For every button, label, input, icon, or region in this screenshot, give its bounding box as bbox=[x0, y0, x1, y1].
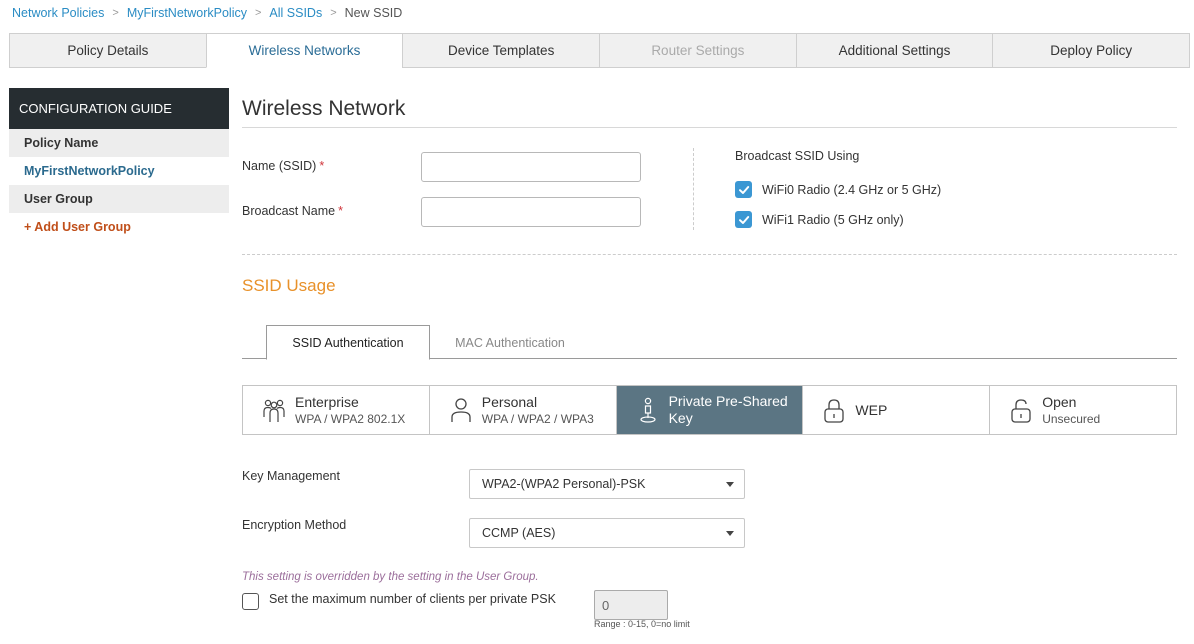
key-management-value: WPA2-(WPA2 Personal)-PSK bbox=[482, 477, 646, 491]
tab-mac-authentication[interactable]: MAC Authentication bbox=[430, 325, 590, 360]
user-group-label: User Group bbox=[9, 185, 229, 213]
policy-name-value[interactable]: MyFirstNetworkPolicy bbox=[9, 157, 229, 185]
ssid-name-label-text: Name (SSID) bbox=[242, 159, 317, 173]
encryption-method-value: CCMP (AES) bbox=[482, 526, 556, 540]
wifi0-radio-checkbox[interactable] bbox=[735, 181, 752, 198]
check-icon bbox=[738, 215, 749, 224]
auth-option-ppsk[interactable]: Private Pre-Shared Key bbox=[616, 386, 804, 434]
max-clients-option[interactable]: Set the maximum number of clients per pr… bbox=[242, 591, 556, 610]
breadcrumb-current: New SSID bbox=[344, 6, 403, 20]
auth-option-personal[interactable]: Personal WPA / WPA2 / WPA3 bbox=[429, 386, 617, 434]
breadcrumb-all-ssids[interactable]: All SSIDs bbox=[269, 6, 322, 20]
auth-option-enterprise-text: Enterprise WPA / WPA2 802.1X bbox=[295, 394, 405, 427]
broadcast-ssid-using-title: Broadcast SSID Using bbox=[735, 149, 860, 163]
chevron-down-icon bbox=[726, 531, 734, 536]
breadcrumb-separator-icon: > bbox=[112, 7, 119, 19]
wifi0-radio-option[interactable]: WiFi0 Radio (2.4 GHz or 5 GHz) bbox=[735, 181, 941, 198]
unlock-icon bbox=[1008, 395, 1034, 425]
chevron-down-icon bbox=[726, 482, 734, 487]
wifi0-radio-label: WiFi0 Radio (2.4 GHz or 5 GHz) bbox=[762, 182, 942, 197]
tab-device-templates[interactable]: Device Templates bbox=[402, 33, 601, 68]
wireless-network-form: Wireless Network Name (SSID) * Broadcast … bbox=[242, 88, 1177, 629]
max-clients-label: Set the maximum number of clients per pr… bbox=[269, 591, 556, 606]
tab-ssid-authentication[interactable]: SSID Authentication bbox=[266, 325, 430, 360]
ssid-usage-tabs: SSID Authentication MAC Authentication bbox=[242, 325, 1177, 360]
auth-option-enterprise[interactable]: Enterprise WPA / WPA2 802.1X bbox=[243, 386, 430, 434]
auth-option-open[interactable]: Open Unsecured bbox=[990, 386, 1176, 434]
max-clients-range-hint: Range : 0-15, 0=no limit bbox=[594, 619, 690, 629]
auth-option-wep[interactable]: WEP bbox=[803, 386, 991, 434]
ssid-usage-title: SSID Usage bbox=[242, 276, 336, 295]
auth-option-name: Open bbox=[1042, 393, 1077, 410]
tab-policy-details[interactable]: Policy Details bbox=[9, 33, 207, 68]
tab-additional-settings[interactable]: Additional Settings bbox=[795, 33, 994, 68]
authentication-options: Enterprise WPA / WPA2 802.1X Personal WP… bbox=[242, 385, 1177, 435]
broadcast-name-label: Broadcast Name * bbox=[242, 204, 343, 218]
breadcrumb: Network Policies > MyFirstNetworkPolicy … bbox=[12, 6, 402, 20]
breadcrumb-separator-icon: > bbox=[254, 7, 262, 19]
max-clients-input: 0 bbox=[594, 590, 668, 620]
auth-option-sub: Unsecured bbox=[1042, 411, 1101, 426]
auth-option-personal-text: Personal WPA / WPA2 / WPA3 bbox=[482, 394, 594, 427]
key-management-label: Key Management bbox=[242, 469, 340, 483]
user-icon bbox=[448, 395, 474, 425]
vertical-divider bbox=[693, 148, 694, 230]
configuration-guide: CONFIGURATION GUIDE Policy Name MyFirstN… bbox=[9, 88, 229, 241]
auth-option-sub: WPA / WPA2 / WPA3 bbox=[481, 411, 594, 426]
encryption-method-label: Encryption Method bbox=[242, 518, 347, 532]
wifi1-radio-label: WiFi1 Radio (5 GHz only) bbox=[762, 212, 904, 227]
broadcast-name-input[interactable] bbox=[421, 197, 641, 227]
auth-option-ppsk-text: Private Pre-Shared Key bbox=[669, 393, 803, 427]
key-person-icon bbox=[635, 395, 661, 425]
tab-router-settings: Router Settings bbox=[599, 33, 797, 68]
auth-option-open-text: Open Unsecured bbox=[1042, 394, 1100, 427]
breadcrumb-policy[interactable]: MyFirstNetworkPolicy bbox=[127, 6, 247, 20]
encryption-method-select[interactable]: CCMP (AES) bbox=[469, 518, 745, 548]
key-management-select[interactable]: WPA2-(WPA2 Personal)-PSK bbox=[469, 469, 745, 499]
auth-option-wep-text: WEP bbox=[855, 402, 887, 419]
auth-option-name: WEP bbox=[855, 401, 888, 418]
auth-option-name: Enterprise bbox=[295, 393, 359, 410]
ssid-name-label: Name (SSID) * bbox=[242, 159, 324, 173]
policy-name-label: Policy Name bbox=[9, 129, 229, 157]
max-clients-checkbox[interactable] bbox=[242, 593, 259, 610]
auth-option-sub: WPA / WPA2 802.1X bbox=[295, 411, 406, 426]
configuration-guide-header: CONFIGURATION GUIDE bbox=[9, 88, 229, 129]
wifi1-radio-option[interactable]: WiFi1 Radio (5 GHz only) bbox=[735, 211, 904, 228]
wifi1-radio-checkbox[interactable] bbox=[735, 211, 752, 228]
breadcrumb-separator-icon: > bbox=[330, 7, 337, 19]
users-icon bbox=[261, 395, 287, 425]
check-icon bbox=[738, 185, 749, 194]
add-user-group-link[interactable]: + Add User Group bbox=[9, 213, 229, 241]
required-marker: * bbox=[338, 204, 343, 218]
auth-option-name: Private Pre-Shared Key bbox=[668, 393, 788, 426]
required-marker: * bbox=[319, 159, 325, 173]
tab-wireless-networks[interactable]: Wireless Networks bbox=[205, 33, 404, 68]
policy-tabs: Policy Details Wireless Networks Device … bbox=[9, 33, 1191, 68]
breadcrumb-network-policies[interactable]: Network Policies bbox=[12, 6, 104, 20]
page-title: Wireless Network bbox=[242, 88, 1177, 128]
ssid-name-input[interactable] bbox=[421, 152, 641, 182]
auth-option-name: Personal bbox=[481, 393, 538, 410]
broadcast-name-label-text: Broadcast Name bbox=[242, 204, 336, 218]
section-divider bbox=[242, 254, 1177, 255]
lock-icon bbox=[821, 395, 847, 425]
tab-deploy-policy[interactable]: Deploy Policy bbox=[992, 33, 1191, 68]
override-note: This setting is overridden by the settin… bbox=[242, 571, 539, 583]
